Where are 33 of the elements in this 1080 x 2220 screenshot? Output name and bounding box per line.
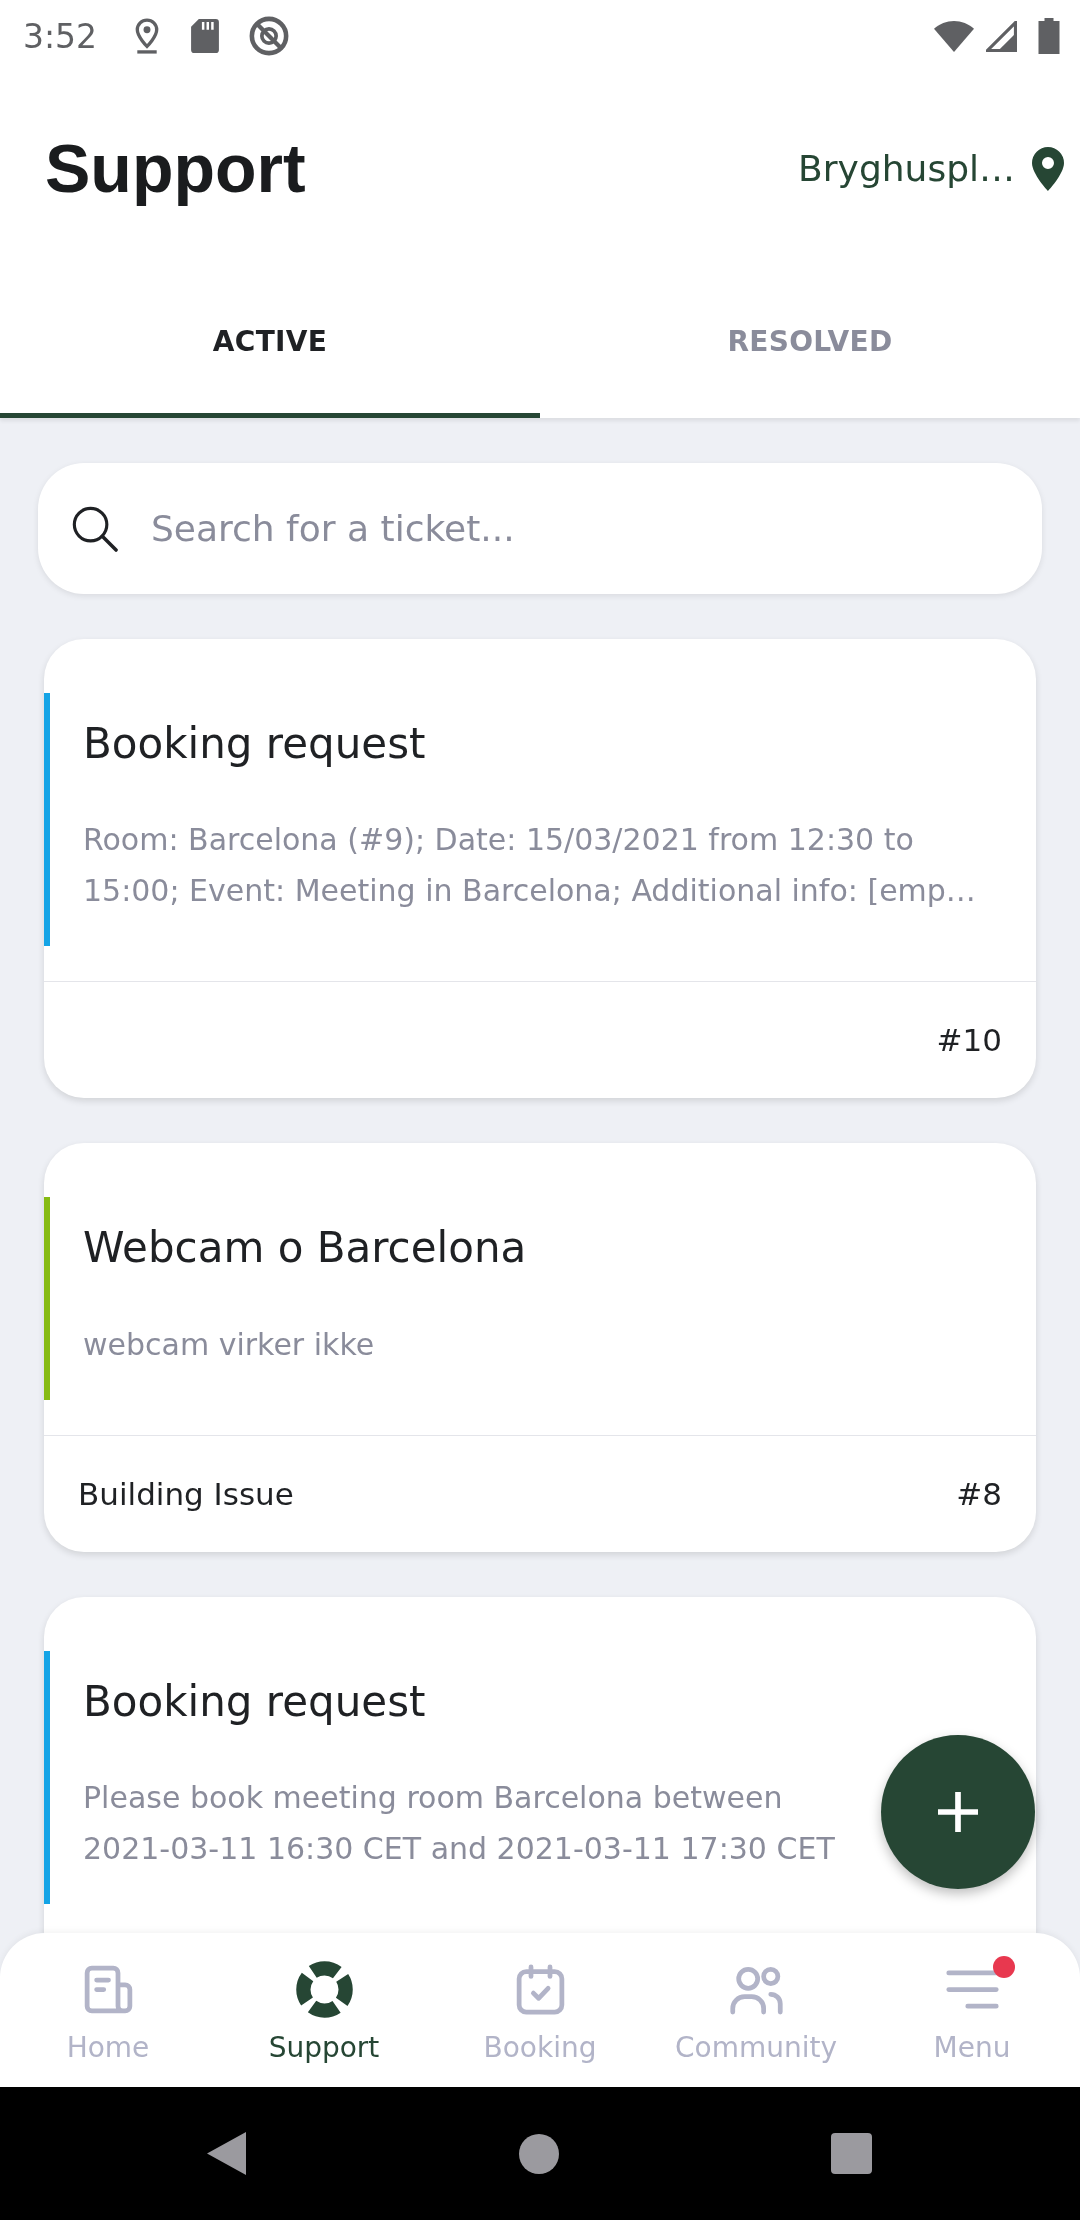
search-icon <box>71 505 118 552</box>
plus-icon <box>938 1792 978 1832</box>
search-field[interactable]: Search for a ticket... <box>38 463 1042 594</box>
ticket-category: Building Issue <box>78 1474 294 1514</box>
battery-icon <box>1038 18 1060 54</box>
home-button[interactable] <box>519 2133 559 2174</box>
signal-icon <box>986 20 1017 52</box>
ticket-card[interactable]: Webcam o Barcelona webcam virker ikke Building Issue #8 <box>44 1143 1036 1552</box>
nav-tab[interactable]: Support <box>216 1933 432 2087</box>
ticket-number: #8 <box>956 1474 1002 1514</box>
status-time: 3:52 <box>23 19 98 53</box>
ticket-title: Booking request <box>83 719 427 770</box>
ticket-title: Booking request <box>83 1676 427 1728</box>
back-button[interactable] <box>206 2132 246 2175</box>
location-pin-icon <box>1032 146 1064 191</box>
home-icon <box>519 2133 559 2174</box>
ticket-description: webcam virker ikke <box>83 1325 376 1364</box>
tab[interactable]: ACTIVE <box>0 265 540 418</box>
ticket-description: Please book meeting room Barcelona between 2021-03-11 16:30 CET and 2021-03-11 17:30 CET <box>83 1779 836 1869</box>
ticket-card[interactable]: Booking request Room: Barcelona (#9); Date: 15/03/2021 from 12:30 to 15:00; Event: Meeting in Barcelona; Additional info: [emp… #10 <box>44 639 1036 1099</box>
square-icon <box>831 2133 873 2174</box>
page-title: Support <box>45 131 306 206</box>
ticket-number: #10 <box>936 1021 1002 1061</box>
recents-button[interactable] <box>831 2133 873 2174</box>
ticket-description: Room: Barcelona (#9); Date: 15/03/2021 from 12:30 to 15:00; Event: Meeting in Barcelona; Additional info: [emp… <box>83 821 977 911</box>
location-selector[interactable]: Bryghuspl… <box>798 146 1064 191</box>
back-icon <box>206 2132 246 2175</box>
wifi-icon <box>934 20 974 52</box>
ticket-title: Webcam o Barcelona <box>83 1223 528 1274</box>
ticket-card[interactable]: Booking request Please book meeting room Barcelona between 2021-03-11 16:30 CET and 2021-03-11 17:30 CET <box>44 1596 1036 1933</box>
sd-card-icon <box>191 19 220 53</box>
circle-slash-icon <box>249 16 290 56</box>
lifebuoy-icon <box>295 1961 353 2018</box>
